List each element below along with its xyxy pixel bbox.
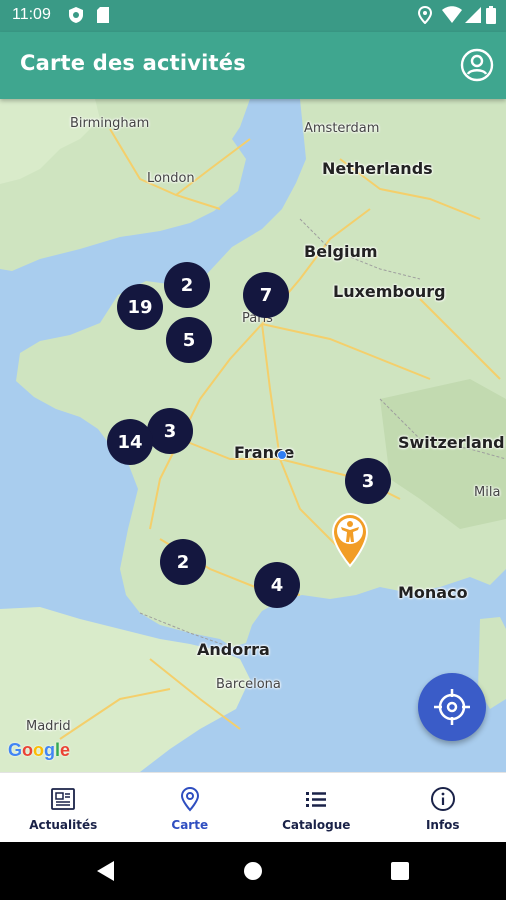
cluster-marker[interactable]: 19 [117,284,163,330]
list-icon [306,792,327,807]
back-icon[interactable] [96,860,116,882]
map-label-belgium: Belgium [304,242,378,261]
map-label-barcelona: Barcelona [216,677,281,692]
nav-label-carte: Carte [171,818,209,832]
cluster-marker[interactable]: 7 [243,272,289,318]
map-label-andorra: Andorra [197,640,270,659]
map-label-switzerland: Switzerland [398,433,505,452]
nav-label-actualites: Actualités [29,818,98,832]
app-bar: Carte des activités [0,32,506,99]
map-label-amsterdam: Amsterdam [304,121,380,136]
cluster-marker[interactable]: 5 [166,317,212,363]
status-time: 11:09 [12,6,51,23]
info-icon [430,787,455,811]
sd-card-icon [97,7,109,23]
nav-item-infos[interactable]: Infos [380,773,506,842]
cluster-marker[interactable]: 3 [345,458,391,504]
home-icon[interactable] [243,860,263,882]
google-logo: Google [8,740,71,760]
activity-pin-icon[interactable] [331,512,369,568]
system-navigation-bar [0,842,506,900]
nav-item-actualites[interactable]: Actualités [0,773,127,842]
status-bar: 11:09 [0,0,506,32]
battery-icon [486,6,496,24]
page-title: Carte des activités [20,51,246,75]
nav-label-infos: Infos [425,818,460,832]
shield-icon [69,7,83,23]
map-label-netherlands: Netherlands [322,159,433,178]
profile-icon[interactable] [460,48,494,82]
cluster-marker[interactable]: 2 [164,262,210,308]
map-label-london: London [147,171,195,186]
crosshair-icon [434,689,470,725]
newspaper-icon [51,788,76,810]
map-view[interactable]: Birmingham London Amsterdam Netherlands … [0,99,506,772]
signal-icon [465,7,481,23]
map-label-monaco: Monaco [398,583,468,602]
wifi-icon [442,6,462,23]
location-icon [418,6,432,24]
cluster-marker[interactable]: 3 [147,408,193,454]
recents-icon[interactable] [390,860,410,882]
cluster-marker[interactable]: 4 [254,562,300,608]
map-pin-icon [180,786,199,812]
bottom-nav: Actualités Carte Catalogue Infos [0,772,506,842]
nav-item-catalogue[interactable]: Catalogue [253,773,380,842]
locate-me-button[interactable] [418,673,486,741]
map-label-luxembourg: Luxembourg [333,282,446,301]
map-label-birmingham: Birmingham [70,116,150,131]
cluster-marker[interactable]: 2 [160,539,206,585]
map-label-madrid: Madrid [26,719,71,734]
nav-item-carte[interactable]: Carte [127,773,254,842]
nav-label-catalogue: Catalogue [282,818,351,832]
cluster-marker[interactable]: 14 [107,419,153,465]
map-label-milan: Mila [474,485,501,500]
user-location-dot [277,450,287,460]
